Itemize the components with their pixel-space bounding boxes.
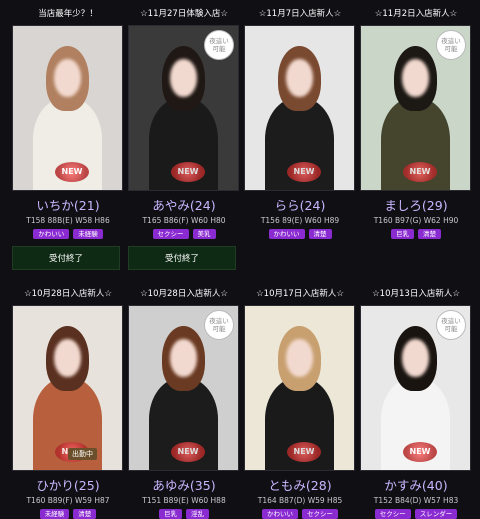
night-available-badge: 夜這い可能 bbox=[204, 30, 234, 60]
cast-specs: T160 B89(F) W59 H87 bbox=[26, 496, 110, 505]
cast-photo[interactable]: NEW bbox=[244, 305, 355, 471]
photo-face-blur bbox=[402, 338, 429, 377]
cast-name-link[interactable]: ひかり(25) bbox=[10, 475, 126, 494]
cast-photo[interactable]: NEW 夜這い可能 bbox=[360, 25, 471, 191]
cast-specs: T164 B87(D) W59 H85 bbox=[257, 496, 343, 505]
tag-badge: かわいい bbox=[268, 229, 305, 239]
tag-badge: 巨乳 bbox=[159, 509, 182, 519]
cast-name-link[interactable]: いちか(21) bbox=[10, 195, 126, 214]
cast-specs: T165 B86(F) W60 H80 bbox=[142, 216, 226, 225]
cast-name-link[interactable]: かすみ(40) bbox=[358, 475, 474, 494]
night-available-badge: 夜這い可能 bbox=[436, 30, 466, 60]
cast-grid: 当店最年少？！ NEW いちか(21) T158 88B(E) W58 H86 … bbox=[0, 0, 480, 519]
tag-badge: 清楚 bbox=[308, 229, 332, 239]
night-available-badge: 夜這い可能 bbox=[436, 310, 466, 340]
cast-tags: 未経験 清楚 bbox=[10, 509, 126, 519]
photo-face-blur bbox=[54, 338, 81, 377]
cast-specs: T158 88B(E) W58 H86 bbox=[26, 216, 110, 225]
tag-badge: かわいい bbox=[33, 229, 70, 239]
tag-badge: 未経験 bbox=[39, 509, 70, 519]
card-caption: ☆11月7日入店新人☆ bbox=[258, 9, 342, 19]
cast-card[interactable]: ☆11月27日体験入店☆ NEW 夜這い可能 あやみ(24) T165 B86(F… bbox=[126, 8, 242, 270]
cast-photo[interactable]: NEW bbox=[244, 25, 355, 191]
cast-tags: かわいい 清楚 bbox=[242, 229, 358, 239]
cast-tags: 巨乳 淫乱 bbox=[126, 509, 242, 519]
cast-specs: T156 89(E) W60 H89 bbox=[260, 216, 340, 225]
tag-badge: 清楚 bbox=[418, 229, 441, 239]
reservation-closed-button[interactable]: 受付終了 bbox=[12, 246, 120, 270]
card-caption: ☆10月13日入店新人☆ bbox=[372, 289, 460, 299]
cast-card[interactable]: ☆11月7日入店新人☆ NEW らら(24) T156 89(E) W60 H8… bbox=[242, 8, 358, 239]
cast-tags: セクシー スレンダー bbox=[358, 509, 474, 519]
cast-photo[interactable]: NEW出勤中 bbox=[12, 305, 123, 471]
night-available-badge: 夜這い可能 bbox=[204, 310, 234, 340]
cast-card[interactable]: ☆10月28日入店新人☆ NEW出勤中 ひかり(25) T160 B89(F) … bbox=[10, 288, 126, 519]
card-caption: ☆11月27日体験入店☆ bbox=[140, 9, 228, 19]
cast-tags: かわいい セクシー bbox=[242, 509, 358, 519]
card-caption: 当店最年少？！ bbox=[38, 9, 98, 19]
new-badge: NEW bbox=[171, 162, 205, 182]
tag-badge: スレンダー bbox=[414, 509, 458, 519]
cast-name-link[interactable]: ともみ(28) bbox=[242, 475, 358, 494]
photo-face-blur bbox=[286, 338, 313, 377]
new-badge: NEW bbox=[403, 442, 437, 462]
new-badge: NEW bbox=[55, 162, 89, 182]
reservation-closed-button[interactable]: 受付終了 bbox=[128, 246, 236, 270]
tag-badge: 淫乱 bbox=[186, 509, 209, 519]
photo-face-blur bbox=[402, 58, 429, 97]
new-badge: NEW bbox=[403, 162, 437, 182]
cast-card[interactable]: ☆10月17日入店新人☆ NEW ともみ(28) T164 B87(D) W59… bbox=[242, 288, 358, 519]
card-caption: ☆10月28日入店新人☆ bbox=[140, 289, 228, 299]
cast-tags: かわいい 未経験 bbox=[10, 229, 126, 239]
tag-badge: セクシー bbox=[152, 229, 189, 239]
photo-face-blur bbox=[286, 58, 313, 97]
cast-card[interactable]: 当店最年少？！ NEW いちか(21) T158 88B(E) W58 H86 … bbox=[10, 8, 126, 270]
cast-tags: 巨乳 清楚 bbox=[358, 229, 474, 239]
photo-face-blur bbox=[170, 338, 197, 377]
cast-name-link[interactable]: あやみ(24) bbox=[126, 195, 242, 214]
cast-tags: セクシー 美乳 bbox=[126, 229, 242, 239]
cast-name-link[interactable]: らら(24) bbox=[242, 195, 358, 214]
card-caption: ☆11月2日入店新人☆ bbox=[374, 9, 458, 19]
tag-badge: かわいい bbox=[262, 509, 298, 519]
card-caption: ☆10月17日入店新人☆ bbox=[256, 289, 344, 299]
cast-photo[interactable]: NEW 夜這い可能 bbox=[360, 305, 471, 471]
tag-badge: セクシー bbox=[302, 509, 338, 519]
tag-badge: 巨乳 bbox=[391, 229, 414, 239]
cast-name-link[interactable]: ましろ(29) bbox=[358, 195, 474, 214]
cast-card[interactable]: ☆11月2日入店新人☆ NEW 夜這い可能 ましろ(29) T160 B97(G)… bbox=[358, 8, 474, 239]
new-badge: NEW bbox=[287, 162, 321, 182]
tag-badge: 美乳 bbox=[192, 229, 216, 239]
tag-badge: 清楚 bbox=[73, 509, 97, 519]
cast-card[interactable]: ☆10月28日入店新人☆ NEW 夜這い可能 あゆみ(35) T151 B89(E… bbox=[126, 288, 242, 519]
tag-badge: セクシー bbox=[374, 509, 411, 519]
cast-specs: T160 B97(G) W62 H90 bbox=[373, 216, 459, 225]
cast-specs: T151 B89(E) W60 H88 bbox=[142, 496, 226, 505]
cast-name-link[interactable]: あゆみ(35) bbox=[126, 475, 242, 494]
new-badge: NEW bbox=[287, 442, 321, 462]
cast-photo[interactable]: NEW bbox=[12, 25, 123, 191]
photo-face-blur bbox=[170, 58, 197, 97]
on-duty-badge: 出勤中 bbox=[68, 448, 97, 460]
card-caption: ☆10月28日入店新人☆ bbox=[24, 289, 112, 299]
cast-specs: T152 B84(D) W57 H83 bbox=[373, 496, 459, 505]
new-badge: NEW bbox=[171, 442, 205, 462]
tag-badge: 未経験 bbox=[73, 229, 103, 239]
cast-photo[interactable]: NEW 夜這い可能 bbox=[128, 25, 239, 191]
cast-card[interactable]: ☆10月13日入店新人☆ NEW 夜這い可能 かすみ(40) T152 B84(D… bbox=[358, 288, 474, 519]
cast-photo[interactable]: NEW 夜這い可能 bbox=[128, 305, 239, 471]
photo-face-blur bbox=[54, 58, 81, 97]
